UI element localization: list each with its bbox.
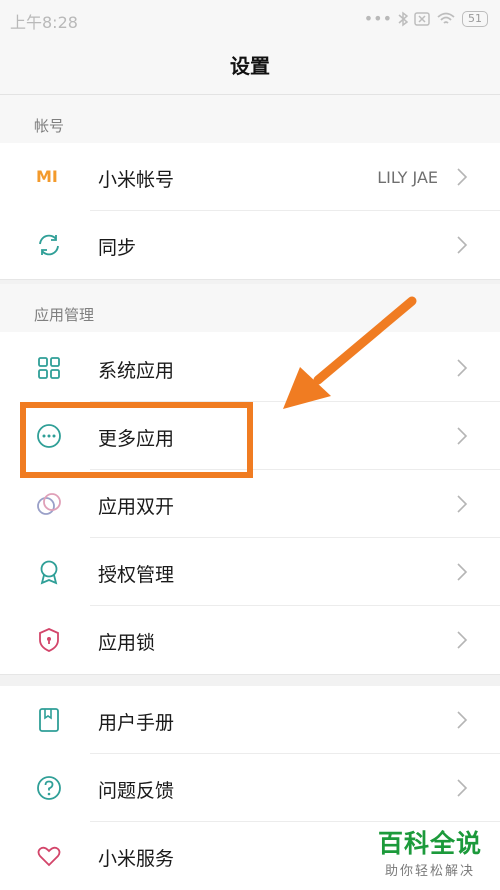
watermark-logo: 百科全说 助你轻松解决 xyxy=(378,824,482,879)
annotation-arrow-icon xyxy=(283,296,417,409)
watermark-subtitle: 助你轻松解决 xyxy=(384,864,475,879)
watermark-title: 百科全说 xyxy=(377,829,482,858)
